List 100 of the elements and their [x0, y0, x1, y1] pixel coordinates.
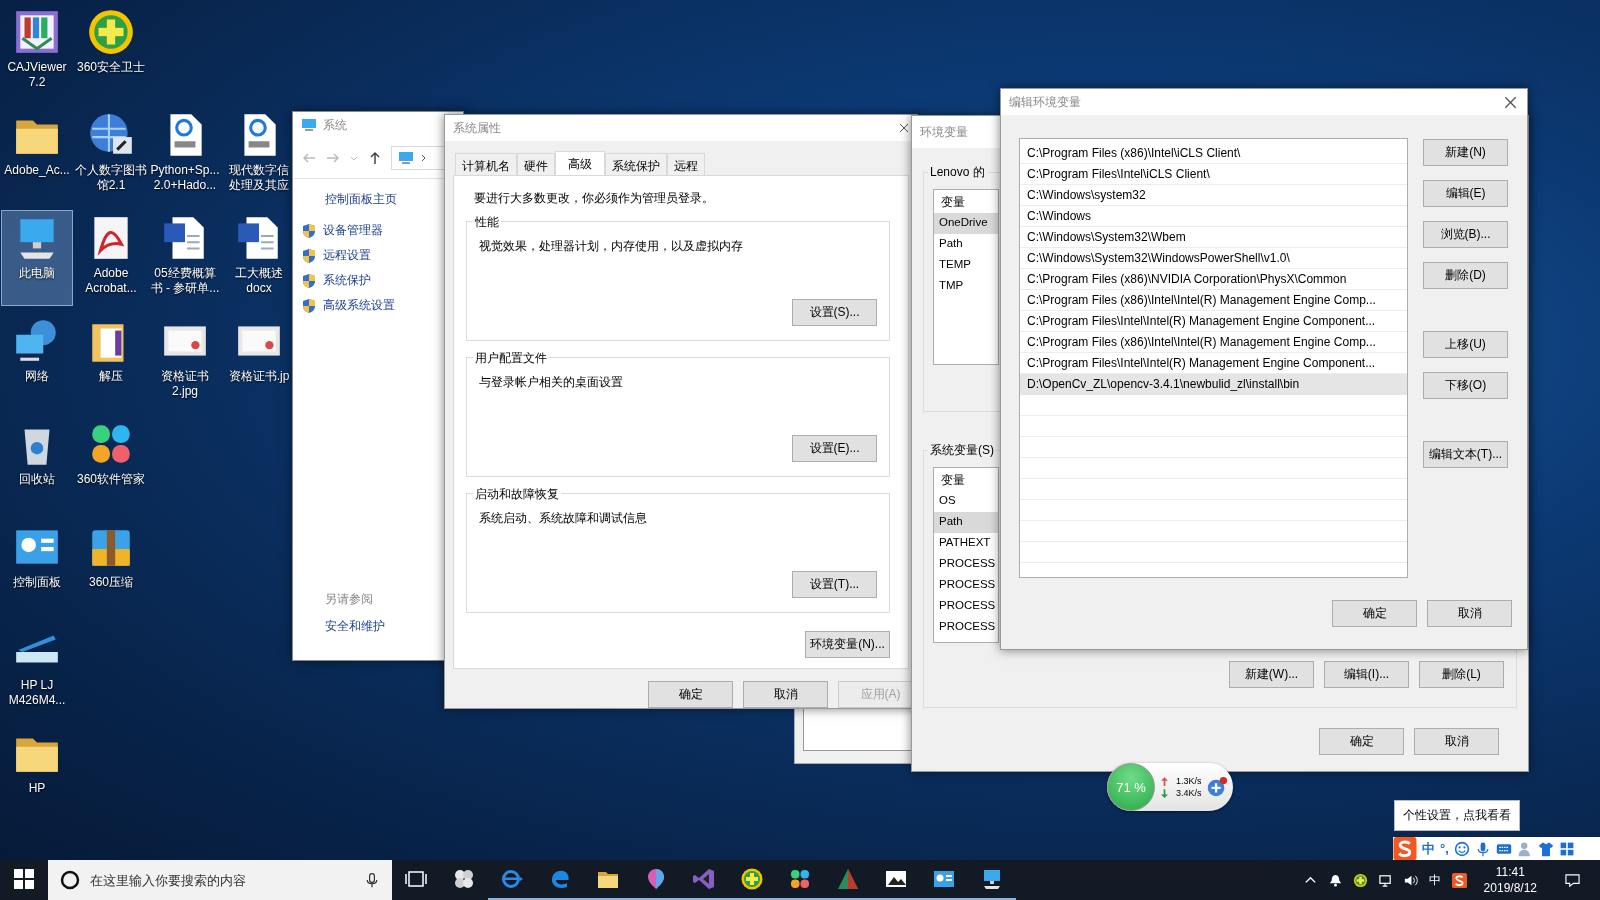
list-row[interactable]: OneDrive: [934, 213, 998, 234]
desktop-shortcut[interactable]: 资格证书 2.jpg: [149, 313, 221, 409]
desktop-shortcut[interactable]: 此电脑: [1, 210, 73, 306]
dialog-button[interactable]: 新建(N): [1423, 139, 1508, 166]
close-icon[interactable]: [1504, 95, 1517, 109]
dialog-button[interactable]: 删除(L): [1419, 661, 1504, 688]
desktop-shortcut[interactable]: HP LJ M426M4...: [1, 622, 73, 718]
desktop-shortcut[interactable]: 360软件管家: [75, 416, 147, 512]
dialog-button[interactable]: 确定: [648, 681, 733, 708]
tooltip: 个性设置，点我看看: [1394, 800, 1520, 831]
desktop-shortcut[interactable]: HP: [1, 725, 73, 821]
browser-icon: [500, 867, 524, 891]
task-link[interactable]: 高级系统设置: [323, 297, 395, 314]
dialog-button[interactable]: 上移(U): [1423, 331, 1508, 358]
list-row[interactable]: PROCESS: [934, 596, 998, 617]
mic-icon[interactable]: [364, 872, 380, 888]
desktop-shortcut[interactable]: 360安全卫士: [75, 4, 147, 100]
path-entry[interactable]: C:\Windows: [1020, 206, 1407, 227]
close-icon[interactable]: [899, 123, 909, 133]
smiley-icon[interactable]: [1453, 840, 1470, 857]
dialog-button[interactable]: 确定: [1332, 600, 1417, 627]
desktop-shortcut[interactable]: 网络: [1, 313, 73, 409]
list-row[interactable]: Path: [934, 234, 998, 255]
list-row[interactable]: PROCESS: [934, 575, 998, 596]
dialog-button[interactable]: 删除(D): [1423, 262, 1508, 289]
path-entry[interactable]: C:\Program Files\Intel\Intel(R) Management Engine Component...: [1020, 353, 1407, 374]
desktop-shortcut[interactable]: 360压缩: [75, 519, 147, 615]
desktop-shortcut[interactable]: 05经费概算书 - 参研单...: [149, 210, 221, 306]
home-link[interactable]: 控制面板主页: [325, 191, 397, 208]
list-row[interactable]: PROCESS: [934, 617, 998, 638]
group-title: Lenovo 的: [928, 164, 987, 181]
settings-button[interactable]: 设置(E)...: [792, 435, 877, 462]
desktop-shortcut[interactable]: Python+Sp... 2.0+Hado...: [149, 107, 221, 203]
desktop-shortcut[interactable]: 回收站: [1, 416, 73, 512]
shirt-icon[interactable]: [1537, 840, 1554, 857]
tab[interactable]: 计算机名: [455, 153, 517, 175]
path-entry[interactable]: C:\Program Files (x86)\NVIDIA Corporation\PhysX\Common: [1020, 269, 1407, 290]
path-entry[interactable]: C:\Program Files (x86)\Intel\Intel(R) Management Engine Comp...: [1020, 290, 1407, 311]
chevron-icon: [420, 154, 428, 162]
desktop-shortcut[interactable]: Adobe_Ac...: [1, 107, 73, 203]
bell-icon[interactable]: [1327, 872, 1343, 888]
task-link[interactable]: 远程设置: [323, 247, 371, 264]
settings-button[interactable]: 设置(T)...: [792, 571, 877, 598]
desktop-shortcut[interactable]: CAJViewer 7.2: [1, 4, 73, 100]
input-mode[interactable]: 中: [1428, 871, 1441, 889]
task-link[interactable]: 设备管理器: [323, 222, 383, 239]
desktop-shortcut[interactable]: 个人数字图书馆2.1: [75, 107, 147, 203]
dialog-button[interactable]: 取消: [1414, 728, 1499, 755]
dialog-button[interactable]: 下移(O): [1423, 372, 1508, 399]
sogou-icon[interactable]: [1451, 872, 1467, 888]
notification-icon[interactable]: [1565, 872, 1580, 888]
list-row[interactable]: PATHEXT: [934, 533, 998, 554]
list-row[interactable]: TEMP: [934, 255, 998, 276]
dialog-button[interactable]: 取消: [743, 681, 828, 708]
environment-variables-button[interactable]: 环境变量(N)...: [805, 631, 890, 658]
list-row[interactable]: TMP: [934, 276, 998, 297]
volume-icon[interactable]: [1402, 872, 1418, 888]
group-description: 系统启动、系统故障和调试信息: [479, 510, 648, 527]
punctuation-mode[interactable]: °,: [1440, 841, 1449, 856]
column-header: 变量: [940, 194, 966, 211]
search-input[interactable]: 在这里输入你要搜索的内容: [88, 871, 356, 889]
tab[interactable]: 高级: [555, 151, 605, 175]
path-entry[interactable]: C:\Program Files (x86)\Intel\iCLS Client\: [1020, 143, 1407, 164]
group-description: 与登录帐户相关的桌面设置: [479, 374, 624, 391]
path-entry[interactable]: C:\Program Files\Intel\Intel(R) Management Engine Component...: [1020, 311, 1407, 332]
dialog-button[interactable]: 确定: [1319, 728, 1404, 755]
dialog-button[interactable]: 编辑(I)...: [1324, 661, 1409, 688]
path-entry[interactable]: C:\Windows\system32: [1020, 185, 1407, 206]
computer-icon: [301, 117, 317, 133]
clock[interactable]: 11:41 2019/8/12: [1471, 864, 1549, 896]
list-row[interactable]: OS: [934, 491, 998, 512]
tab[interactable]: 系统保护: [605, 153, 667, 175]
desktop-shortcut[interactable]: 解压: [75, 313, 147, 409]
plus-icon[interactable]: [1352, 872, 1368, 888]
tab[interactable]: 硬件: [517, 153, 555, 175]
desktop-shortcut[interactable]: Adobe Acrobat...: [75, 210, 147, 306]
grid-icon[interactable]: [1558, 840, 1575, 857]
input-mode[interactable]: 中: [1422, 839, 1435, 858]
dialog-button[interactable]: 编辑文本(T)...: [1423, 441, 1508, 468]
window-title: 环境变量: [920, 123, 968, 141]
shield-icon: [301, 247, 317, 264]
computer-icon: [398, 150, 414, 166]
tab[interactable]: 远程: [667, 153, 705, 175]
search-box[interactable]: 在这里输入你要搜索的内容: [48, 860, 392, 900]
path-entry[interactable]: C:\Program Files (x86)\Intel\Intel(R) Management Engine Comp...: [1020, 332, 1407, 353]
path-entry[interactable]: D:\OpenCv_ZL\opencv-3.4.1\newbulid_zl\install\bin: [1020, 374, 1407, 395]
path-entry[interactable]: C:\Program Files\Intel\iCLS Client\: [1020, 164, 1407, 185]
list-row[interactable]: PROCESS: [934, 554, 998, 575]
path-entry[interactable]: C:\Windows\System32\WindowsPowerShell\v1.0\: [1020, 248, 1407, 269]
network-icon[interactable]: [1377, 872, 1393, 888]
task-link[interactable]: 系统保护: [323, 272, 371, 289]
list-row[interactable]: Path: [934, 512, 998, 533]
dialog-button[interactable]: 新建(W)...: [1229, 661, 1314, 688]
related-link[interactable]: 安全和维护: [325, 618, 385, 635]
dialog-button[interactable]: 取消: [1427, 600, 1512, 627]
dialog-button[interactable]: 编辑(E): [1423, 180, 1508, 207]
desktop-shortcut[interactable]: 控制面板: [1, 519, 73, 615]
path-entry[interactable]: C:\Windows\System32\Wbem: [1020, 227, 1407, 248]
settings-button[interactable]: 设置(S)...: [792, 299, 877, 326]
dialog-button[interactable]: 浏览(B)...: [1423, 221, 1508, 248]
